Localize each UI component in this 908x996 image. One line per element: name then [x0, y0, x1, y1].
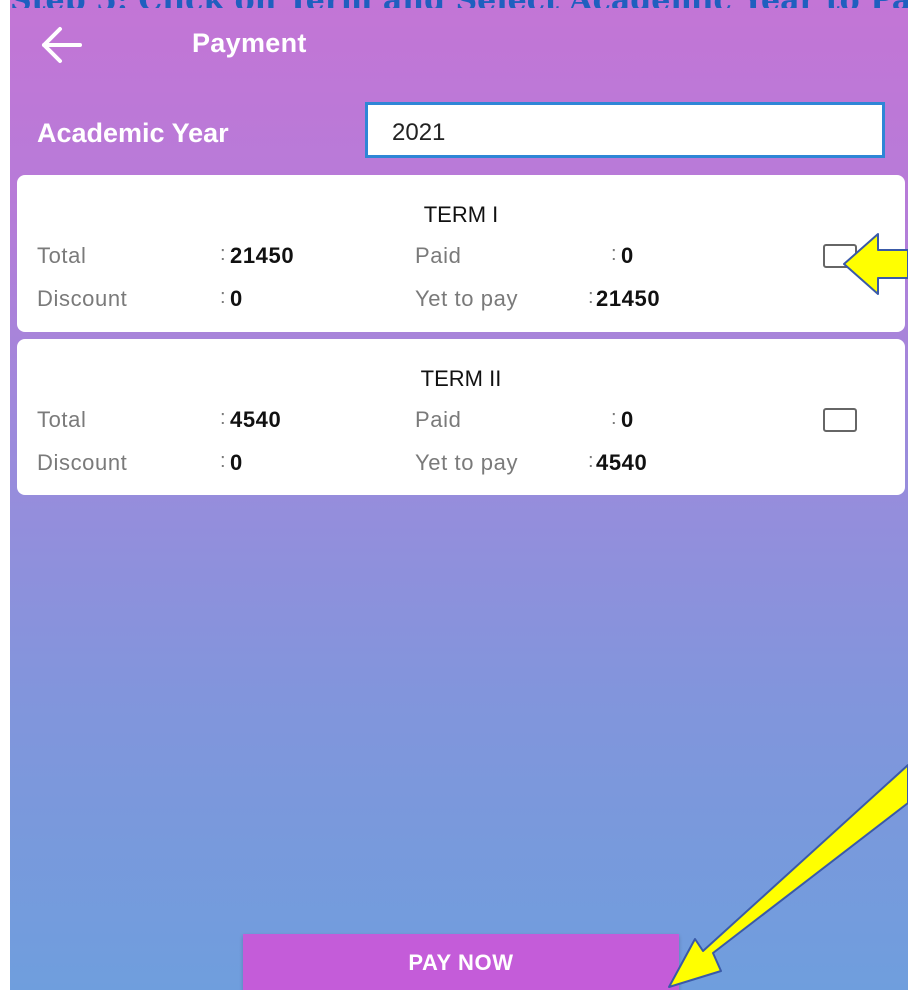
yet-to-pay-label: Yet to pay — [415, 450, 519, 475]
separator: : — [220, 286, 226, 308]
paid-value: 0 — [621, 407, 634, 432]
app-toolbar: Payment — [10, 0, 908, 90]
separator: : — [220, 407, 226, 429]
arrow-left-icon[interactable] — [40, 25, 84, 65]
academic-year-label: Academic Year — [37, 118, 229, 148]
yet-to-pay-value: 21450 — [596, 286, 661, 311]
separator: : — [220, 243, 226, 265]
total-value: 21450 — [230, 243, 295, 268]
term-card[interactable]: TERM II Total : 4540 Paid : 0 Discount :… — [17, 339, 905, 495]
yet-to-pay-value: 4540 — [596, 450, 648, 475]
term-card[interactable]: TERM I Total : 21450 Paid : 0 Discount :… — [17, 175, 905, 332]
term-title: TERM II — [420, 366, 502, 391]
yet-to-pay-label: Yet to pay — [415, 286, 519, 311]
discount-value: 0 — [230, 286, 243, 311]
page-title: Payment — [192, 28, 307, 58]
discount-value: 0 — [230, 450, 243, 475]
discount-label: Discount — [37, 450, 128, 475]
total-value: 4540 — [230, 407, 282, 432]
separator: : — [220, 450, 226, 472]
term-checkbox[interactable] — [823, 244, 857, 268]
term-checkbox[interactable] — [823, 408, 857, 432]
total-label: Total — [37, 407, 87, 432]
separator: : — [611, 243, 617, 265]
pay-now-button[interactable]: PAY NOW — [243, 934, 679, 990]
term-title: TERM I — [423, 202, 499, 227]
separator: : — [611, 407, 617, 429]
discount-label: Discount — [37, 286, 128, 311]
academic-year-input[interactable] — [365, 102, 885, 158]
separator: : — [588, 286, 594, 308]
phone-screen: Step 5: Click on Term and Select Academi… — [10, 0, 908, 990]
total-label: Total — [37, 243, 87, 268]
paid-value: 0 — [621, 243, 634, 268]
separator: : — [588, 450, 594, 472]
paid-label: Paid — [415, 407, 462, 432]
paid-label: Paid — [415, 243, 462, 268]
